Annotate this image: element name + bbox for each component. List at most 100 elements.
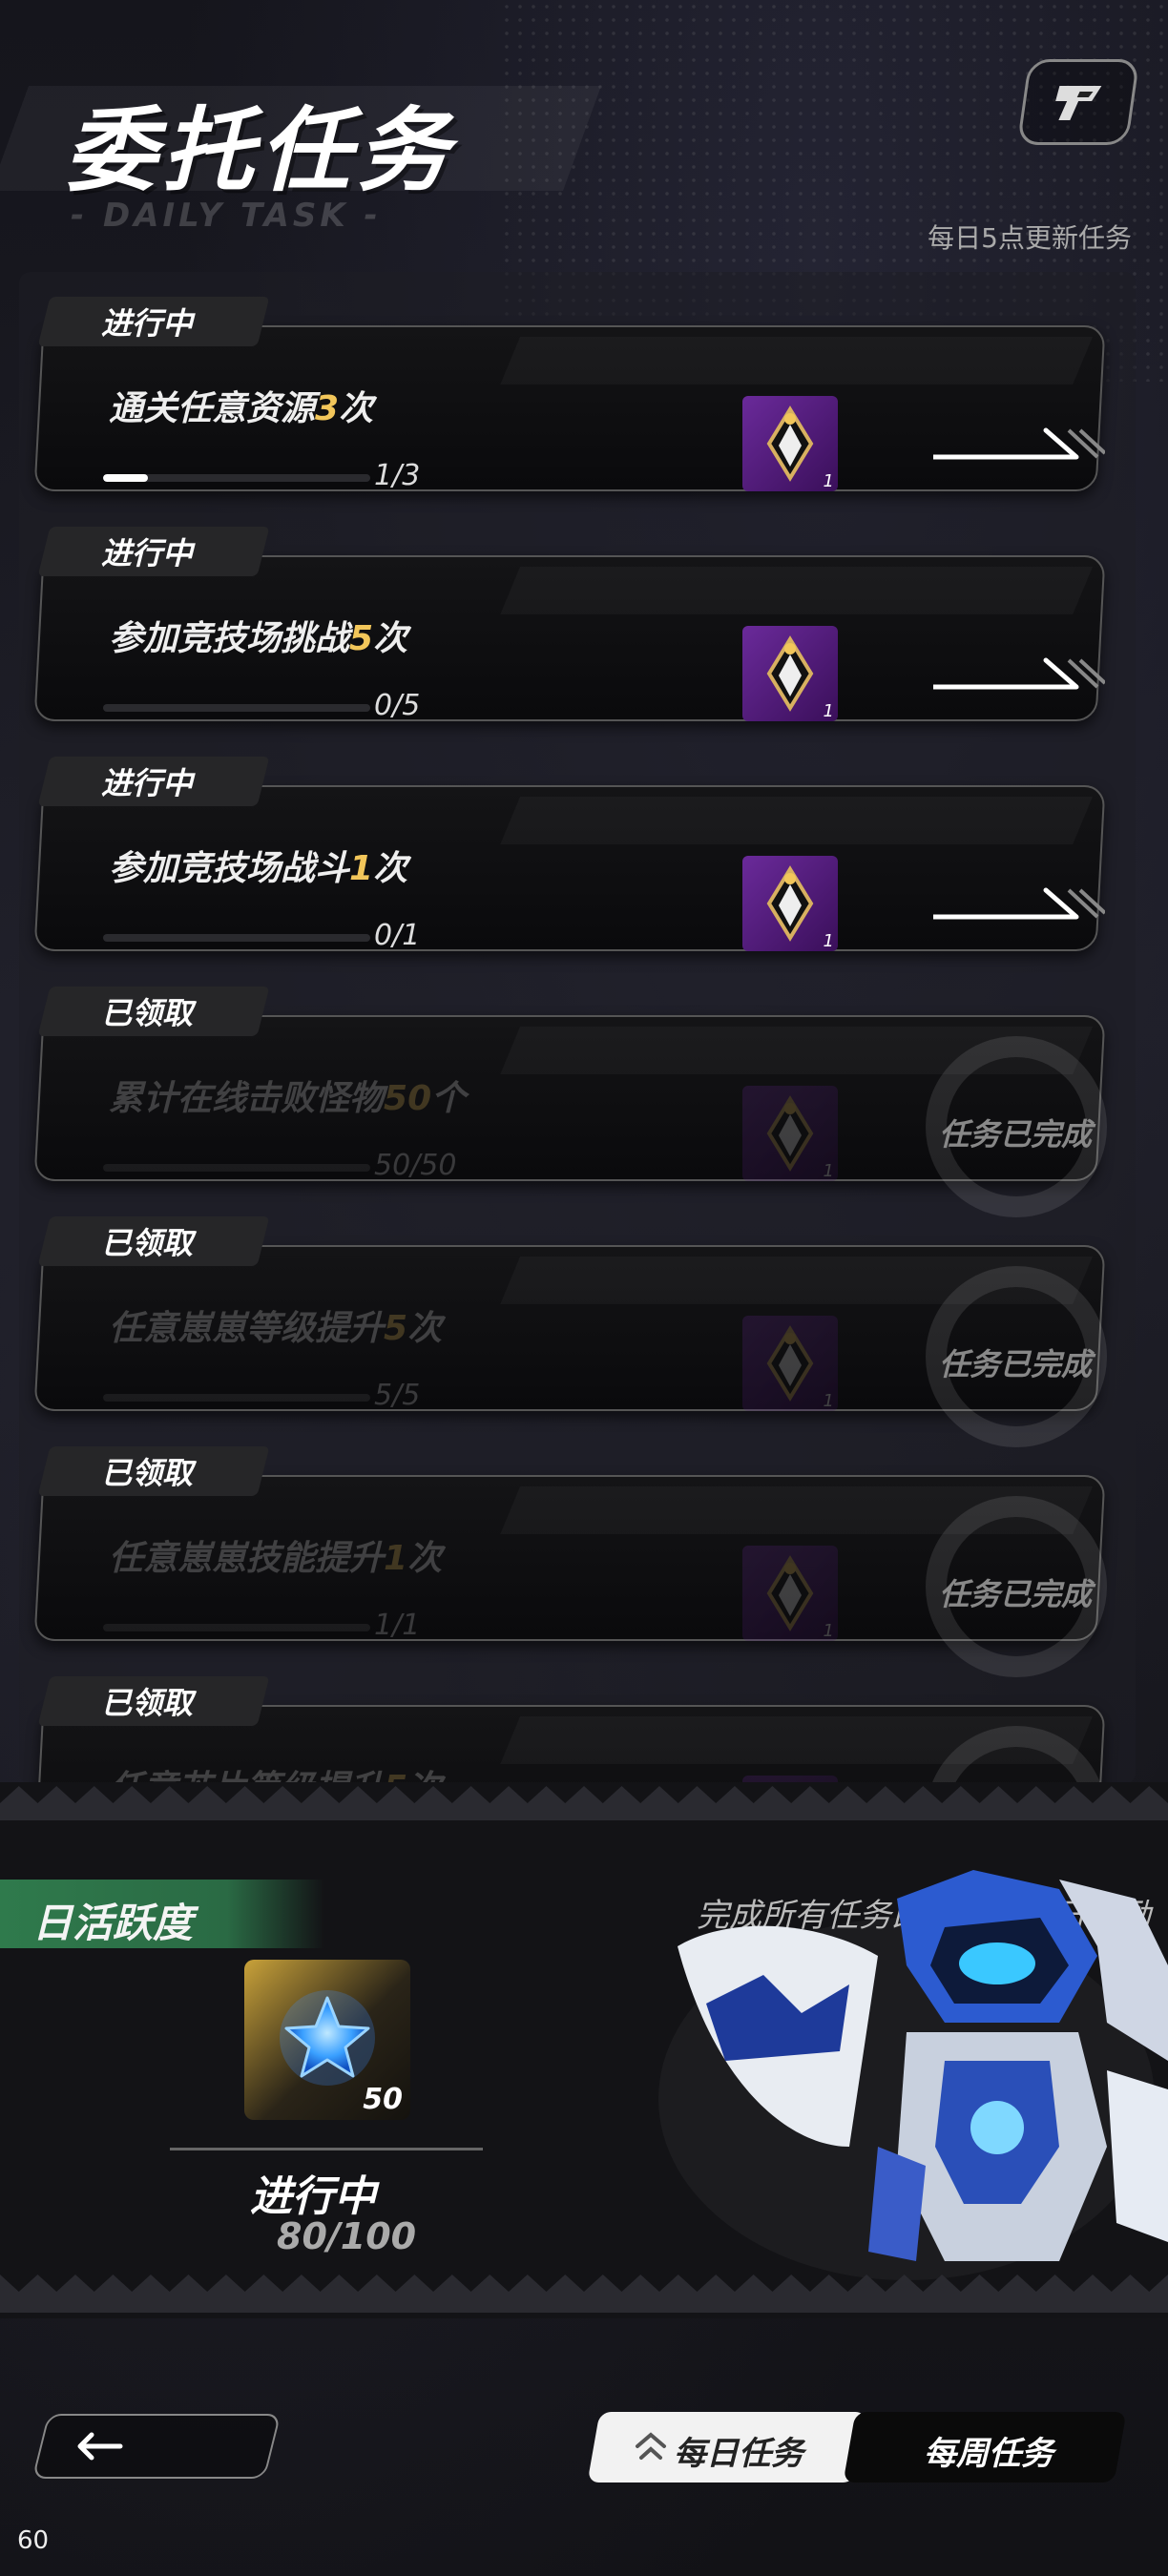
tab-weekly-label: 每周任务 bbox=[924, 2435, 1053, 2473]
task-name-count: 5 bbox=[349, 619, 374, 658]
task-reward-item[interactable]: 1 bbox=[742, 396, 838, 491]
task-name-prefix: 累计在线击败怪物 bbox=[109, 1079, 385, 1118]
task-status-tag: 已领取 bbox=[37, 1446, 270, 1496]
task-item[interactable]: 已领取 任意崽崽等级提升5次 5/5 1 任务已完成 bbox=[33, 1209, 1116, 1447]
task-reward-item[interactable]: 1 bbox=[742, 1316, 838, 1411]
reward-count: 1 bbox=[823, 471, 834, 491]
task-name-suffix: 次 bbox=[407, 1309, 443, 1348]
reward-count: 1 bbox=[823, 1621, 834, 1641]
task-progress-text: 0/1 bbox=[374, 919, 421, 952]
task-status-tag: 进行中 bbox=[37, 527, 270, 576]
task-name: 参加竞技场战斗1次 bbox=[109, 841, 407, 890]
task-item[interactable]: 已领取 任意芯片等级提升5次 5/5 1 任务已完成 bbox=[33, 1669, 1116, 1784]
task-status: 已领取 bbox=[101, 1225, 194, 1261]
task-name-count: 5 bbox=[384, 1309, 408, 1348]
task-name: 参加竞技场挑战5次 bbox=[109, 611, 407, 660]
chevron-up-icon bbox=[636, 2432, 666, 2460]
task-progress-text: 5/5 bbox=[374, 1379, 421, 1412]
task-progress-fill bbox=[103, 474, 148, 482]
task-item[interactable]: 进行中 参加竞技场挑战5次 0/5 1 bbox=[33, 519, 1116, 722]
task-item[interactable]: 已领取 累计在线击败怪物50个 50/50 1 任务已完成 bbox=[33, 979, 1116, 1217]
task-name-count: 50 bbox=[384, 1079, 432, 1118]
task-completed-label: 任务已完成 bbox=[939, 1116, 1093, 1153]
task-name-suffix: 次 bbox=[407, 1539, 443, 1578]
task-progress-fill bbox=[103, 1164, 370, 1172]
task-name-count: 1 bbox=[349, 849, 374, 888]
activity-label: 日活跃度 bbox=[32, 1900, 194, 1946]
mecha-character-illustration bbox=[658, 1870, 1168, 2280]
activity-divider bbox=[170, 2148, 483, 2150]
task-status-tag: 进行中 bbox=[37, 297, 270, 346]
task-status: 进行中 bbox=[101, 305, 194, 342]
task-progress-fill bbox=[103, 1394, 370, 1402]
task-name: 累计在线击败怪物50个 bbox=[109, 1070, 466, 1120]
task-item[interactable]: 已领取 任意崽崽技能提升1次 1/1 1 任务已完成 bbox=[33, 1439, 1116, 1677]
back-button[interactable] bbox=[31, 2414, 282, 2479]
page-title: 委托任务 bbox=[65, 97, 454, 204]
task-progress-text: 0/5 bbox=[374, 689, 421, 722]
reward-count: 1 bbox=[823, 1161, 834, 1181]
task-name-suffix: 次 bbox=[339, 389, 374, 428]
task-progress-bar bbox=[103, 474, 370, 482]
task-status-tag: 已领取 bbox=[37, 1676, 270, 1726]
task-item[interactable]: 进行中 参加竞技场战斗1次 0/1 1 bbox=[33, 749, 1116, 952]
task-list[interactable]: 进行中 通关任意资源3次 1/3 1 进行中 参加竞技场挑战5次 0/5 1 进… bbox=[19, 272, 1136, 1784]
task-name-prefix: 通关任意资源 bbox=[109, 389, 316, 428]
go-arrow-icon[interactable] bbox=[933, 423, 1105, 470]
task-name: 通关任意资源3次 bbox=[109, 381, 373, 430]
task-name-suffix: 次 bbox=[373, 619, 408, 658]
task-name: 任意崽崽等级提升5次 bbox=[109, 1300, 442, 1350]
task-progress-text: 50/50 bbox=[374, 1149, 457, 1182]
task-status-tag: 已领取 bbox=[37, 987, 270, 1036]
task-completed-label: 任务已完成 bbox=[939, 1576, 1093, 1612]
task-progress-bar bbox=[103, 1164, 370, 1172]
task-status: 已领取 bbox=[101, 995, 194, 1031]
task-status: 已领取 bbox=[101, 1685, 194, 1721]
task-status: 已领取 bbox=[101, 1455, 194, 1491]
reward-count: 1 bbox=[823, 931, 834, 951]
task-name-prefix: 参加竞技场战斗 bbox=[109, 849, 350, 888]
task-name-prefix: 任意崽崽技能提升 bbox=[109, 1539, 385, 1578]
go-arrow-icon[interactable] bbox=[933, 653, 1105, 700]
task-reward-item[interactable]: 1 bbox=[742, 626, 838, 721]
task-name-prefix: 任意崽崽等级提升 bbox=[109, 1309, 385, 1348]
task-progress-bar bbox=[103, 1624, 370, 1631]
reward-count: 1 bbox=[823, 1391, 834, 1411]
task-name-suffix: 个 bbox=[431, 1079, 467, 1118]
task-name-count: 1 bbox=[384, 1539, 408, 1578]
logo-icon bbox=[1055, 86, 1102, 120]
task-status: 进行中 bbox=[101, 535, 194, 571]
task-progress-bar bbox=[103, 704, 370, 712]
fps-counter: 60 bbox=[17, 2526, 50, 2555]
task-name: 任意崽崽技能提升1次 bbox=[109, 1530, 442, 1580]
back-arrow-icon bbox=[77, 2432, 123, 2461]
task-item[interactable]: 进行中 通关任意资源3次 1/3 1 bbox=[33, 289, 1116, 492]
tab-daily-label: 每日任务 bbox=[674, 2435, 803, 2473]
task-status: 进行中 bbox=[101, 765, 194, 801]
refresh-note: 每日5点更新任务 bbox=[928, 222, 1132, 254]
zigzag-top-divider bbox=[0, 1782, 1168, 1820]
task-reward-item[interactable]: 1 bbox=[742, 1546, 838, 1641]
task-progress-text: 1/3 bbox=[374, 459, 421, 492]
task-name: 任意芯片等级提升5次 bbox=[109, 1760, 442, 1784]
activity-reward-chest[interactable]: 50 bbox=[244, 1960, 410, 2120]
task-progress-text: 1/1 bbox=[374, 1609, 421, 1642]
task-name-count: 3 bbox=[315, 389, 340, 428]
reward-count: 1 bbox=[823, 701, 834, 721]
zigzag-bottom-divider bbox=[0, 2275, 1168, 2313]
task-progress-bar bbox=[103, 934, 370, 942]
task-period-tabs: 每日任务 每周任务 bbox=[587, 2412, 1128, 2483]
task-progress-fill bbox=[103, 1624, 370, 1631]
reward-amount: 50 bbox=[363, 2083, 403, 2116]
activity-status: 进行中 bbox=[250, 2172, 376, 2221]
task-status-tag: 进行中 bbox=[37, 757, 270, 806]
go-arrow-icon[interactable] bbox=[933, 883, 1105, 930]
task-reward-item[interactable]: 1 bbox=[742, 1086, 838, 1181]
activity-progress: 80/100 bbox=[277, 2215, 417, 2257]
task-completed-label: 任务已完成 bbox=[939, 1346, 1093, 1382]
task-reward-item[interactable]: 1 bbox=[742, 856, 838, 951]
menu-button[interactable] bbox=[1016, 59, 1140, 145]
activity-label-banner: 日活跃度 bbox=[0, 1880, 324, 1948]
task-name-prefix: 参加竞技场挑战 bbox=[109, 619, 350, 658]
task-status-tag: 已领取 bbox=[37, 1216, 270, 1266]
